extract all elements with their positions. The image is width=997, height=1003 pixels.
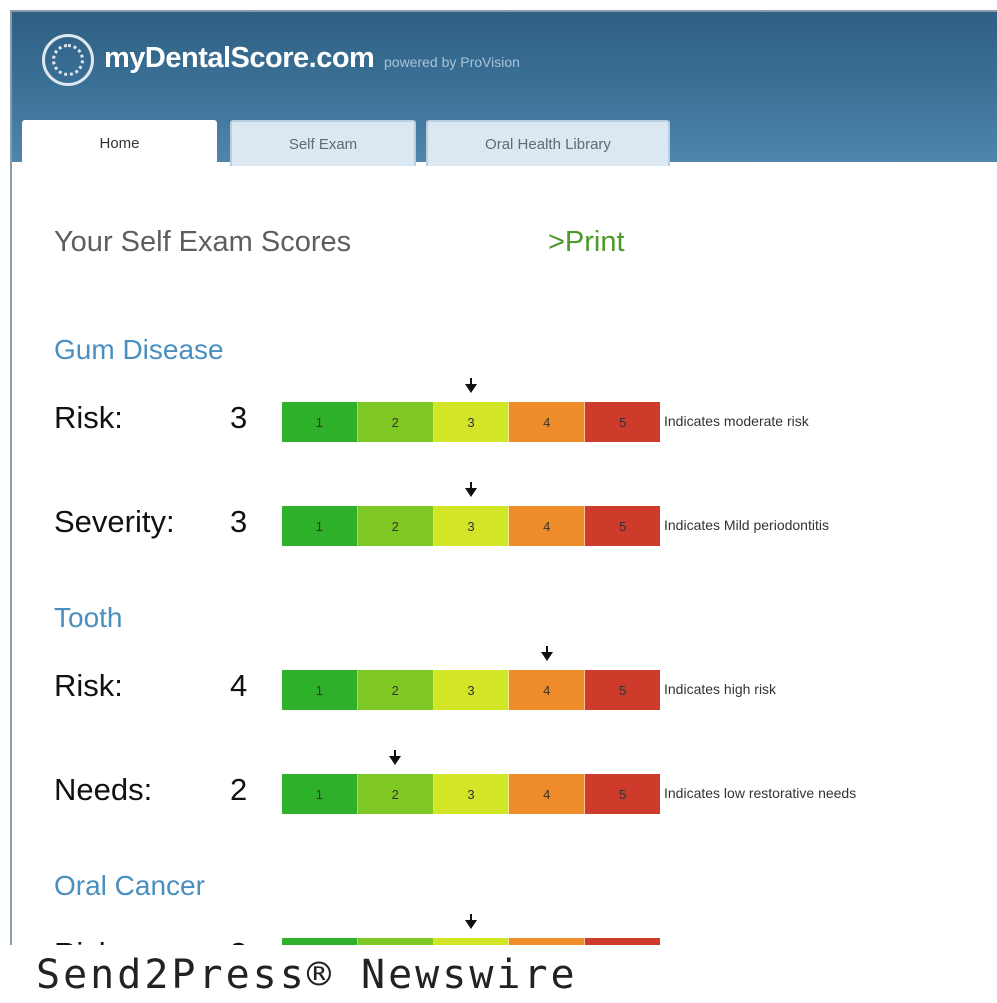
scale-segment: 4 [509, 506, 586, 546]
scale-segment: 1 [282, 670, 358, 710]
score-value: 4 [230, 668, 248, 703]
scale-segment: 3 [433, 670, 510, 710]
score-scale-bar: 12345 [282, 670, 660, 710]
score-scale-bar: 12345 [282, 402, 660, 442]
score-description: Indicates Mild periodontitis [664, 517, 829, 533]
score-label: Needs: [54, 772, 153, 807]
logo-icon[interactable] [42, 34, 94, 86]
site-name[interactable]: myDentalScore.com [104, 42, 375, 75]
tab-home[interactable]: Home [22, 120, 217, 166]
tab-oral-health-library[interactable]: Oral Health Library [426, 120, 670, 166]
score-value: 2 [230, 772, 248, 807]
score-description: Indicates high risk [664, 681, 777, 697]
score-value: 3 [230, 504, 248, 539]
score-label: Risk: [54, 400, 123, 435]
score-description: Indicates low restorative needs [664, 785, 857, 801]
scale-segment: 5 [585, 402, 660, 442]
scale-segment: 3 [433, 506, 510, 546]
score-label: Risk: [54, 668, 123, 703]
scale-segment: 5 [585, 670, 660, 710]
section-title: Tooth [54, 602, 123, 633]
scale-segment: 3 [433, 402, 510, 442]
powered-by-text: powered by ProVision [384, 54, 520, 70]
score-scale-bar: 12345 [282, 506, 660, 546]
scale-segment: 1 [282, 506, 358, 546]
score-marker-icon [465, 482, 477, 497]
score-value: 3 [230, 936, 247, 945]
scale-segment: 4 [509, 938, 586, 945]
scale-segment: 2 [357, 938, 434, 945]
scale-segment: 3 [433, 774, 510, 814]
scale-segment: 5 [585, 938, 660, 945]
watermark-footer: Send2Press® Newswire [36, 952, 578, 998]
print-link[interactable]: >Print [548, 226, 625, 259]
scale-segment: 1 [282, 774, 358, 814]
score-scale-bar: 12345 [282, 938, 660, 945]
score-label: Risk: [54, 936, 123, 945]
scale-segment: 1 [282, 938, 358, 945]
score-marker-icon [540, 646, 553, 661]
scale-segment: 5 [585, 506, 660, 546]
scale-segment: 1 [282, 402, 358, 442]
scale-segment: 5 [585, 774, 660, 814]
score-scale-bar: 12345 [282, 774, 660, 814]
scale-segment: 2 [357, 402, 434, 442]
scale-segment: 4 [509, 670, 586, 710]
score-marker-icon [465, 378, 477, 393]
score-description: Indicates moderate risk [664, 413, 809, 429]
score-label: Severity: [54, 504, 175, 539]
section-title: Oral Cancer [54, 870, 205, 901]
scale-segment: 3 [433, 938, 510, 945]
tab-self-exam[interactable]: Self Exam [230, 120, 416, 166]
scale-segment: 4 [509, 402, 586, 442]
score-value: 3 [230, 400, 248, 435]
browser-frame: myDentalScore.com powered by ProVision H… [10, 10, 997, 945]
scale-segment: 2 [357, 774, 434, 814]
scale-segment: 2 [357, 670, 434, 710]
section-title: Gum Disease [54, 334, 224, 365]
score-marker-icon [465, 914, 477, 929]
scale-segment: 2 [357, 506, 434, 546]
score-marker-icon [389, 750, 402, 765]
page-title: Your Self Exam Scores [54, 226, 352, 258]
scale-segment: 4 [509, 774, 586, 814]
site-header: myDentalScore.com powered by ProVision H… [12, 12, 997, 166]
